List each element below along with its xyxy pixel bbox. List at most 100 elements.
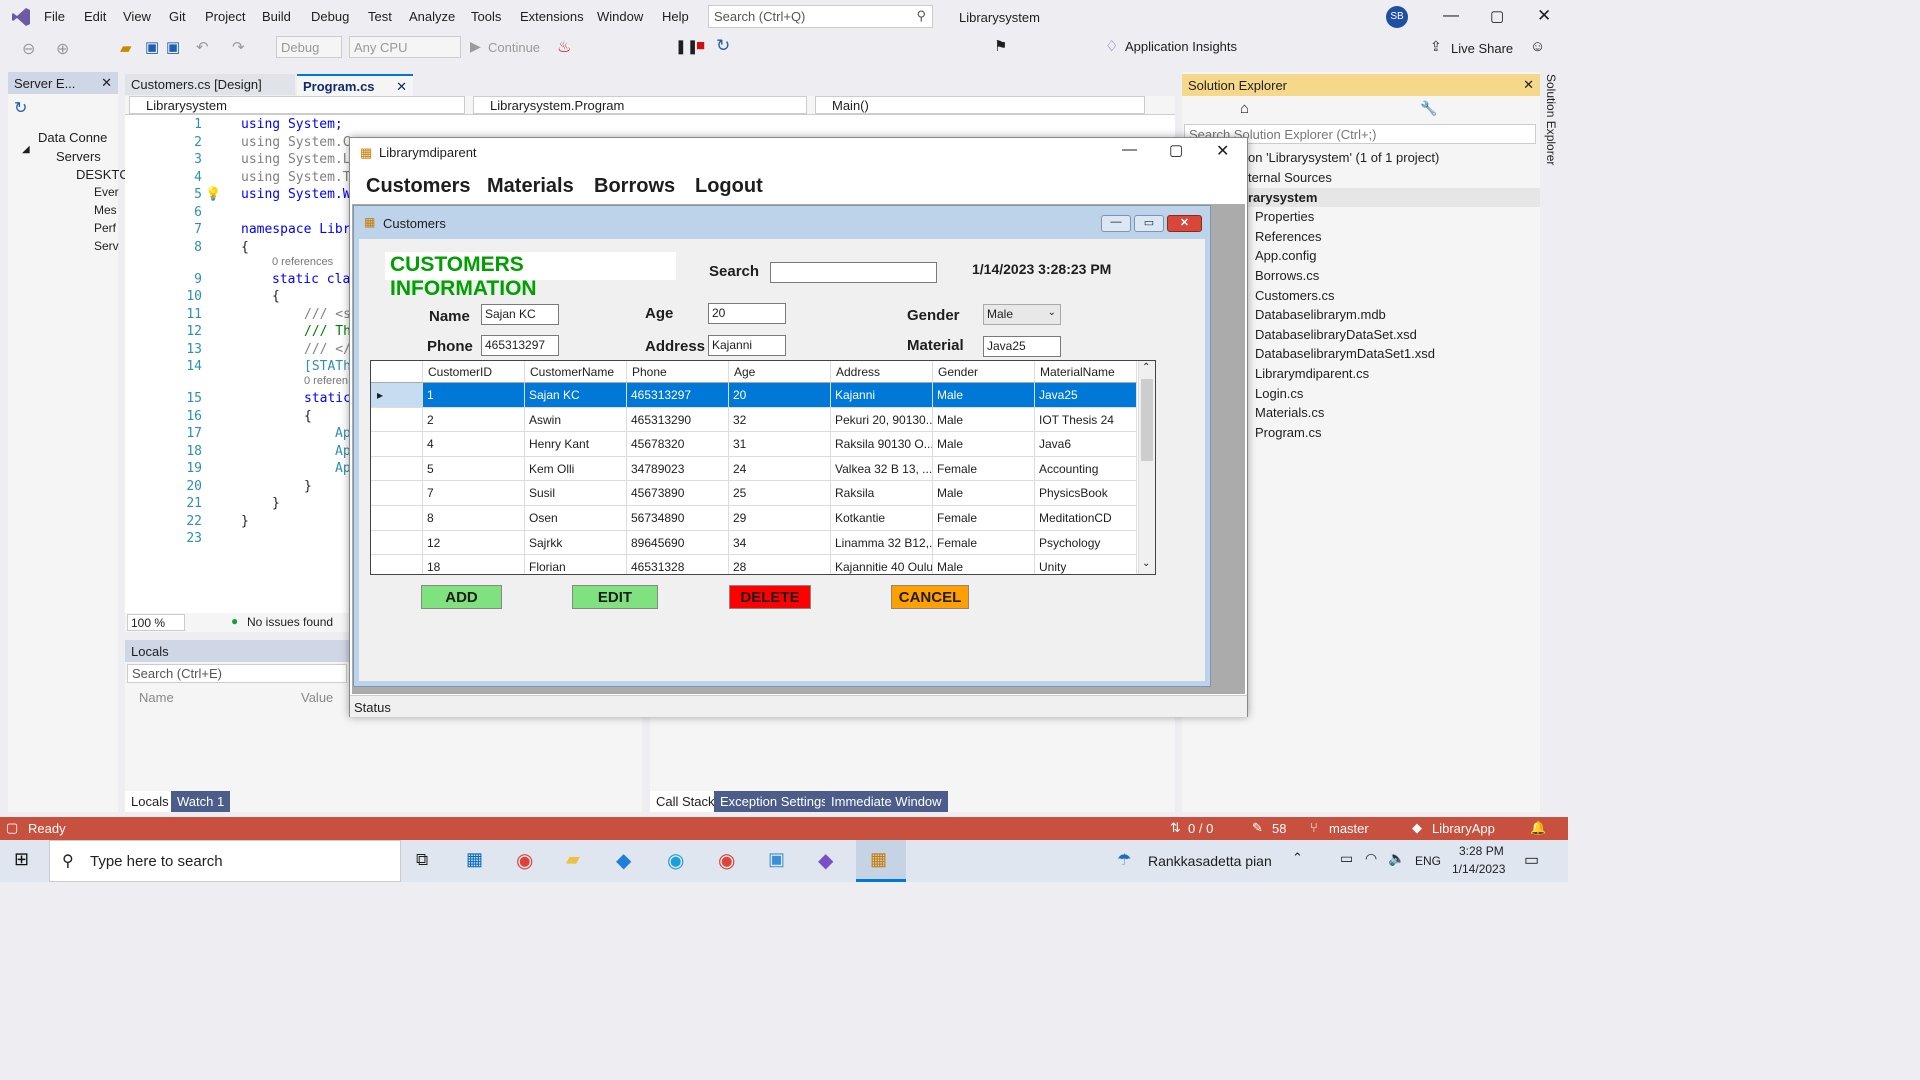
tree-item-servers[interactable]: Servers [56, 149, 101, 164]
edit-button[interactable]: EDIT [572, 585, 658, 609]
home-icon[interactable]: ⌂ [1240, 100, 1249, 117]
customer-name-cell[interactable]: Osen [525, 506, 627, 531]
file-properties[interactable]: Properties [1255, 209, 1314, 224]
file-database-mdb[interactable]: Databaselibrarym.mdb [1255, 307, 1386, 322]
clock-time[interactable]: 3:28 PM [1459, 844, 1504, 858]
customer-search-input[interactable] [770, 262, 937, 283]
application-insights-button[interactable]: Application Insights [1125, 39, 1237, 54]
save-icon[interactable]: ▣ [145, 38, 159, 56]
menu-tools[interactable]: Tools [471, 9, 501, 24]
task-view-icon[interactable]: ⧉ [416, 850, 428, 870]
config-select[interactable]: Debug [276, 36, 342, 58]
age-cell[interactable]: 24 [729, 456, 831, 482]
menu-analyze[interactable]: Analyze [409, 9, 455, 24]
address-field[interactable]: Kajanni [708, 335, 786, 356]
address-cell[interactable]: Raksila 90130 O... [831, 432, 933, 457]
row-header[interactable] [371, 407, 423, 433]
search-input[interactable]: Search (Ctrl+Q) ⚲ [708, 5, 933, 28]
column-header-materialname[interactable]: MaterialName [1035, 361, 1137, 383]
continue-button[interactable]: Continue [488, 40, 540, 55]
edge-icon[interactable]: ◉ [667, 848, 684, 873]
row-header[interactable] [371, 506, 423, 531]
file-materials[interactable]: Materials.cs [1255, 405, 1324, 420]
file-dataset1-xsd[interactable]: DatabaselibrarymDataSet1.xsd [1255, 346, 1435, 361]
project-nav-select[interactable]: Librarysystem [129, 96, 465, 114]
undo-icon[interactable]: ↶ [196, 38, 209, 56]
menu-debug[interactable]: Debug [311, 9, 349, 24]
menu-edit[interactable]: Edit [84, 9, 106, 24]
phone-cell[interactable]: 45678320 [627, 432, 729, 457]
customer-name-cell[interactable]: Florian [525, 555, 627, 574]
restart-icon[interactable]: ↻ [716, 36, 730, 56]
menu-test[interactable]: Test [368, 9, 392, 24]
vscode-icon[interactable]: ◆ [616, 848, 631, 873]
chevron-up-icon[interactable]: ⌃ [1292, 850, 1303, 866]
notification-icon[interactable]: 🔔 [1530, 820, 1546, 836]
material-cell[interactable]: Java25 [1035, 383, 1137, 408]
status-line-counts[interactable]: 0 / 0 [1188, 821, 1213, 836]
maximize-icon[interactable]: ▢ [1490, 7, 1504, 25]
platform-select[interactable]: Any CPU [349, 36, 461, 58]
minimize-icon[interactable]: — [1122, 141, 1137, 158]
menu-file[interactable]: File [44, 9, 65, 24]
customer-name-cell[interactable]: Sajrkk [525, 530, 627, 556]
pause-icon[interactable]: ❚❚ [675, 38, 698, 55]
windows-start-icon[interactable]: ⊞ [14, 849, 29, 870]
maximize-icon[interactable]: ▢ [1169, 141, 1183, 159]
solution-node[interactable]: on 'Librarysystem' (1 of 1 project) [1248, 150, 1439, 165]
gender-cell[interactable]: Male [933, 383, 1035, 408]
customer-id-cell[interactable]: 12 [423, 530, 525, 556]
customer-name-cell[interactable]: Sajan KC [525, 383, 627, 408]
tab-immediate-window[interactable]: Immediate Window [825, 791, 948, 812]
menu-materials[interactable]: Materials [487, 175, 574, 198]
address-cell[interactable]: Raksila [831, 481, 933, 506]
address-cell[interactable]: Kotkantie [831, 506, 933, 531]
bookmark-icon[interactable]: ⚑ [994, 37, 1007, 55]
customer-id-cell[interactable]: 1 [423, 383, 525, 408]
gender-cell[interactable]: Female [933, 456, 1035, 482]
status-changes[interactable]: 58 [1272, 821, 1286, 836]
avatar[interactable]: SB [1386, 6, 1408, 28]
taskbar-search-input[interactable]: ⚲ Type here to search [49, 840, 401, 882]
zoom-select[interactable]: 100 % [127, 614, 185, 631]
customer-name-cell[interactable]: Aswin [525, 407, 627, 433]
phone-cell[interactable]: 45673890 [627, 481, 729, 506]
row-header[interactable]: ▸ [371, 383, 423, 408]
menu-logout[interactable]: Logout [695, 175, 763, 198]
chrome-icon[interactable]: ◉ [718, 848, 735, 873]
redo-icon[interactable]: ↷ [232, 38, 245, 56]
tab-exception-settings[interactable]: Exception Settings [714, 791, 834, 812]
minimize-icon[interactable]: — [1101, 215, 1131, 232]
delete-button[interactable]: DELETE [729, 585, 811, 609]
customer-name-cell[interactable]: Kem Olli [525, 456, 627, 482]
file-program[interactable]: Program.cs [1255, 425, 1321, 440]
material-cell[interactable]: MeditationCD [1035, 506, 1137, 531]
chrome-icon[interactable]: ◉ [516, 848, 533, 873]
taskbar-active-app[interactable]: ▦ [856, 840, 906, 882]
close-icon[interactable]: ✕ [1167, 215, 1202, 232]
tab-watch-1[interactable]: Watch 1 [171, 791, 231, 812]
gender-select[interactable]: Male ⌄ [983, 304, 1061, 325]
age-cell[interactable]: 34 [729, 530, 831, 556]
age-field[interactable]: 20 [708, 303, 786, 324]
column-header-value[interactable]: Value [301, 690, 333, 705]
solution-explorer-side-tab[interactable]: Solution Explorer [1544, 74, 1558, 165]
file-borrows[interactable]: Borrows.cs [1255, 268, 1319, 283]
gender-cell[interactable]: Female [933, 506, 1035, 531]
customer-id-cell[interactable]: 5 [423, 456, 525, 482]
phone-cell[interactable]: 465313297 [627, 383, 729, 408]
tree-item-performance-counters[interactable]: Perf [94, 221, 116, 235]
menu-view[interactable]: View [123, 9, 151, 24]
visual-studio-icon[interactable]: ◆ [818, 848, 833, 873]
expand-icon[interactable]: ◢ [22, 144, 30, 155]
row-header[interactable] [371, 555, 423, 574]
material-cell[interactable]: Psychology [1035, 530, 1137, 556]
customer-name-cell[interactable]: Henry Kant [525, 432, 627, 457]
age-cell[interactable]: 25 [729, 481, 831, 506]
project-node[interactable]: rarysystem [1248, 190, 1317, 205]
tree-item-message-queues[interactable]: Mes [94, 203, 117, 217]
column-header-gender[interactable]: Gender [933, 361, 1035, 383]
age-cell[interactable]: 31 [729, 432, 831, 457]
material-cell[interactable]: Unity [1035, 555, 1137, 574]
row-header[interactable] [371, 456, 423, 482]
